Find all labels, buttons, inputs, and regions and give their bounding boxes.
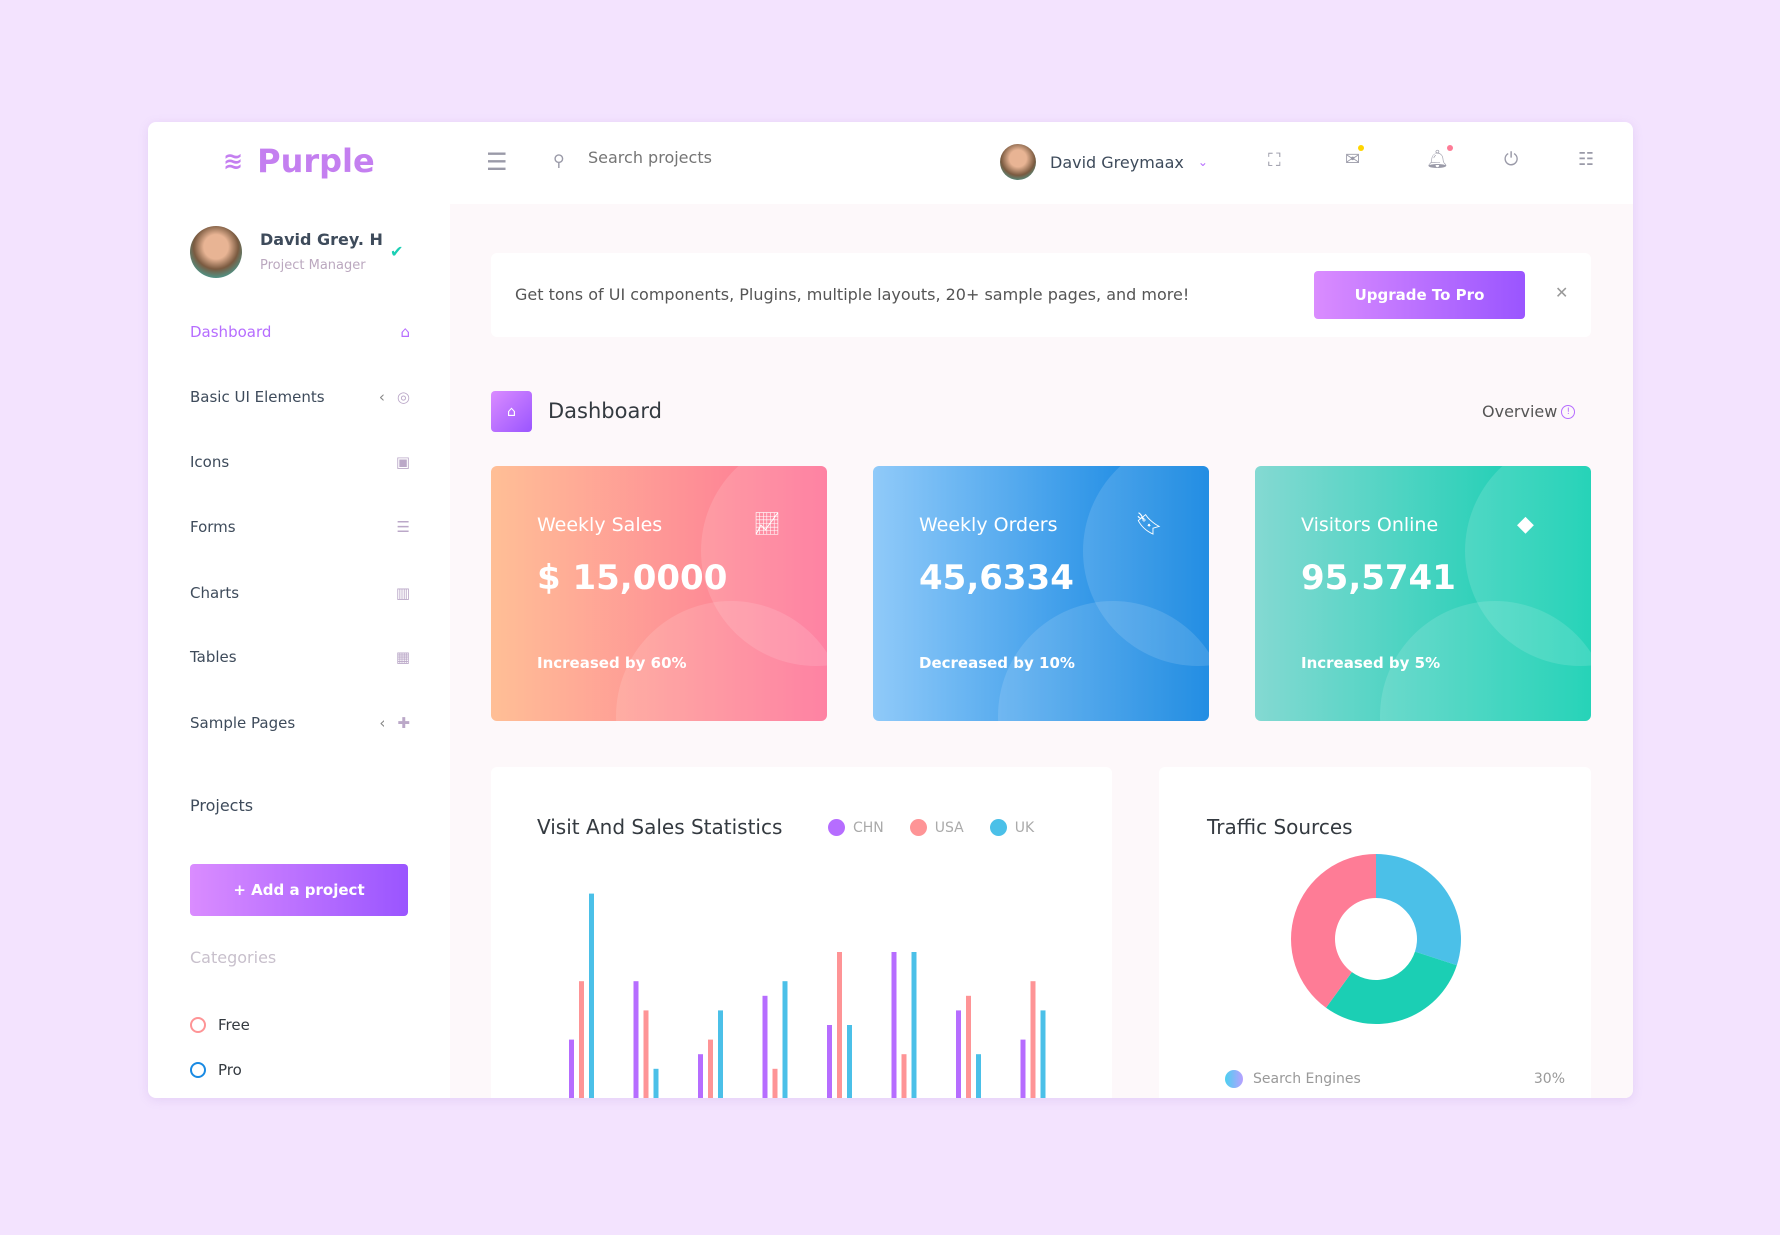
sidebar-avatar[interactable]: [190, 226, 242, 278]
crosshairs-icon: ◎: [396, 388, 410, 406]
chart-line-icon: 📈︎: [753, 512, 781, 537]
stat-card-visitors-online: Visitors Online ◆ 95,5741 Increased by 5…: [1255, 466, 1591, 721]
visit-sales-chart-card: Visit And Sales Statistics CHN USA UK: [491, 767, 1112, 1098]
sidebar-item-charts[interactable]: Charts ▥: [190, 584, 410, 602]
stat-card-weekly-orders: Weekly Orders 🔖︎ 45,6334 Decreased by 10…: [873, 466, 1209, 721]
overview-link[interactable]: Overview!: [1482, 402, 1576, 421]
chevron-left-icon: ‹: [378, 388, 385, 406]
bell-icon[interactable]: 🔔︎: [1426, 145, 1453, 170]
sidebar-item-basic-ui-elements[interactable]: Basic UI Elements ‹ ◎: [190, 388, 410, 406]
chevron-left-icon: ‹: [379, 714, 386, 732]
home-icon: ⌂: [400, 323, 410, 341]
power-icon[interactable]: ⏻: [1504, 149, 1518, 170]
medical-bag-icon: ✚: [397, 714, 410, 732]
bar-usa-2[interactable]: [643, 1010, 649, 1098]
bar-chart-icon: ▥: [395, 584, 410, 602]
bar-chart: [569, 893, 1046, 1098]
bar-chn-5[interactable]: [827, 1025, 832, 1098]
layers-icon: ≋: [223, 147, 244, 175]
bar-uk-5[interactable]: [847, 1025, 852, 1098]
format-list-icon: ☰: [396, 518, 410, 536]
diamond-icon: ◆: [1517, 512, 1534, 537]
bar-uk-7[interactable]: [976, 1054, 981, 1098]
bar-usa-1[interactable]: [579, 981, 584, 1098]
bar-uk-2[interactable]: [653, 1068, 659, 1098]
traffic-sources-card: Traffic Sources Search Engines 30%: [1159, 767, 1591, 1098]
bar-usa-4[interactable]: [772, 1068, 778, 1098]
menu-list-icon[interactable]: ☷: [1578, 149, 1594, 170]
legend-value: 30%: [1533, 1071, 1565, 1087]
search-icon: ⚲: [553, 151, 565, 170]
bar-chn-8[interactable]: [1020, 1039, 1026, 1098]
app-window: ≋ Purple ☰ ⚲ David Greymaax ⌄ ⛶ ✉ 🔔︎ ⏻ ☷…: [148, 122, 1633, 1098]
bar-chn-3[interactable]: [698, 1054, 703, 1098]
mail-icon[interactable]: ✉: [1345, 145, 1365, 170]
category-free[interactable]: Free: [190, 1016, 250, 1034]
bar-uk-6[interactable]: [911, 952, 917, 1098]
table-icon: ▦: [395, 648, 410, 666]
close-icon[interactable]: ✕: [1555, 283, 1568, 302]
bar-uk-8[interactable]: [1040, 1010, 1046, 1098]
sidebar-item-sample-pages[interactable]: Sample Pages ‹ ✚: [190, 714, 410, 732]
bar-chn-7[interactable]: [956, 1010, 961, 1098]
sidebar-item-tables[interactable]: Tables ▦: [190, 648, 410, 666]
sidebar-item-forms[interactable]: Forms ☰: [190, 518, 410, 536]
bar-uk-1[interactable]: [589, 893, 594, 1098]
fullscreen-icon[interactable]: ⛶: [1268, 150, 1281, 171]
bar-usa-6[interactable]: [901, 1054, 907, 1098]
categories-heading: Categories: [190, 948, 277, 967]
contacts-icon: ▣: [395, 453, 410, 471]
page-title-icon: ⌂: [491, 391, 532, 432]
hamburger-menu-icon[interactable]: ☰: [486, 148, 508, 176]
bar-usa-5[interactable]: [837, 952, 842, 1098]
profile-name: David Grey. H: [260, 230, 383, 249]
upgrade-button[interactable]: Upgrade To Pro: [1314, 271, 1525, 319]
avatar: [1000, 144, 1036, 180]
circle-icon: [190, 1062, 206, 1078]
bar-usa-7[interactable]: [966, 995, 971, 1098]
sidebar-item-icons[interactable]: Icons ▣: [190, 453, 410, 471]
category-pro[interactable]: Pro: [190, 1061, 242, 1079]
bar-chn-2[interactable]: [633, 981, 639, 1098]
info-icon: !: [1561, 404, 1576, 419]
bar-chn-1[interactable]: [569, 1039, 574, 1098]
donut-chart: [1291, 854, 1461, 1024]
bookmark-icon: 🔖︎: [1135, 512, 1163, 537]
projects-heading: Projects: [190, 796, 254, 815]
bar-uk-3[interactable]: [718, 1010, 723, 1098]
bar-usa-8[interactable]: [1030, 981, 1036, 1098]
bar-uk-4[interactable]: [782, 981, 788, 1098]
bar-chn-6[interactable]: [891, 952, 897, 1098]
bar-usa-3[interactable]: [708, 1039, 713, 1098]
search-input[interactable]: [588, 148, 838, 167]
profile-role: Project Manager: [260, 258, 366, 273]
bar-chn-4[interactable]: [762, 995, 768, 1098]
brand-logo[interactable]: ≋ Purple: [223, 142, 375, 180]
user-menu[interactable]: David Greymaax ⌄: [1000, 144, 1208, 180]
promo-banner: Get tons of UI components, Plugins, mult…: [491, 253, 1591, 337]
stat-card-weekly-sales: Weekly Sales 📈︎ $ 15,0000 Increased by 6…: [491, 466, 827, 721]
legend-item-search-engines: Search Engines 30%: [1225, 1070, 1565, 1088]
add-project-button[interactable]: + Add a project: [190, 864, 408, 916]
page-title: Dashboard: [548, 399, 662, 423]
donut-slice-1[interactable]: [1326, 951, 1457, 1024]
bookmark-check-icon: ✔: [390, 242, 404, 261]
chevron-down-icon: ⌄: [1197, 155, 1208, 169]
sidebar-item-dashboard[interactable]: Dashboard ⌂: [190, 323, 410, 341]
circle-icon: [190, 1017, 206, 1033]
legend-dot: [1225, 1070, 1243, 1088]
donut-slice-0[interactable]: [1376, 854, 1461, 966]
main-content: Get tons of UI components, Plugins, mult…: [450, 204, 1633, 1098]
